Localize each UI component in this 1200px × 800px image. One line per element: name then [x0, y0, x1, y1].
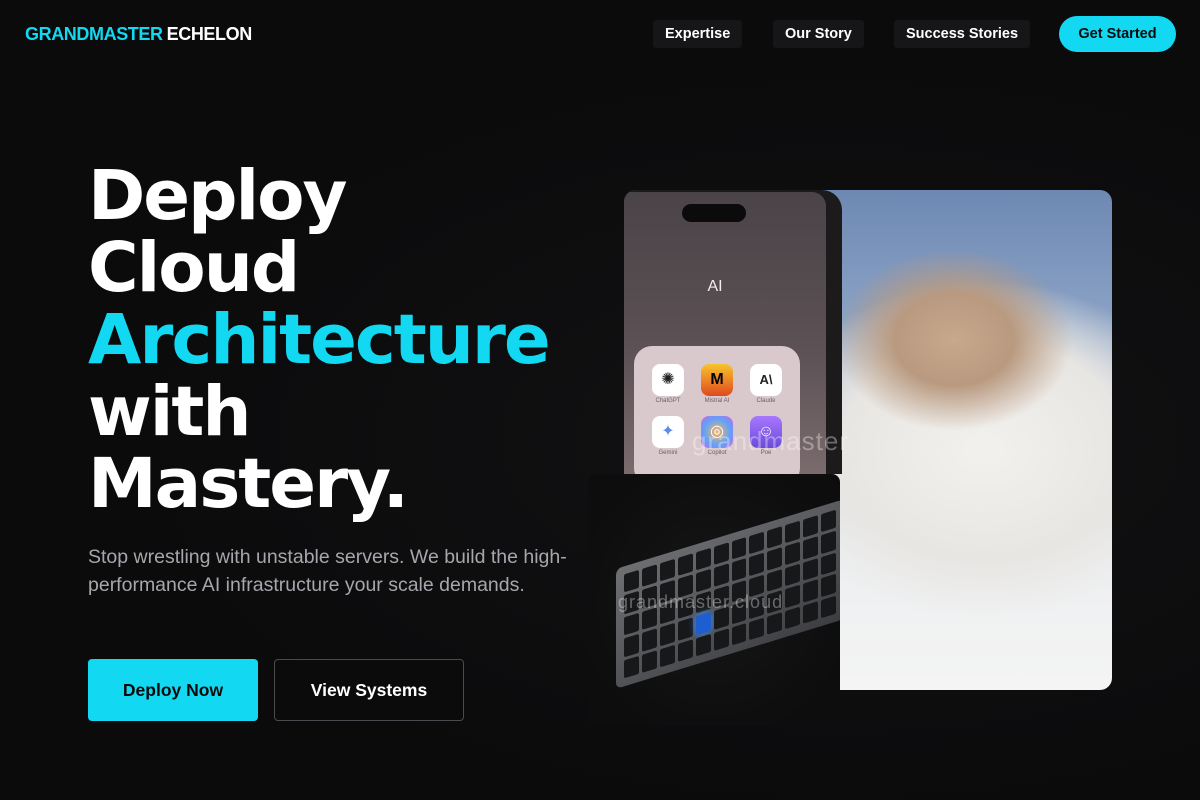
ai-key: [695, 612, 711, 636]
hero-title-highlight: Architecture: [88, 300, 551, 380]
nav-link-our-story[interactable]: Our Story: [773, 20, 864, 48]
nav-link-expertise[interactable]: Expertise: [653, 20, 743, 48]
site-header: GRANDMASTER ECHELON Expertise Our Story S…: [0, 0, 1200, 68]
brand-logo-secondary: ECHELON: [166, 24, 253, 44]
brand-logo[interactable]: GRANDMASTER ECHELON: [25, 24, 252, 45]
phone-notch: [682, 204, 746, 222]
nav-link-success-stories[interactable]: Success Stories: [894, 20, 1031, 48]
gemini-sparkle-icon: ✦: [652, 416, 684, 448]
deploy-now-button[interactable]: Deploy Now: [88, 659, 258, 721]
hero-title-line: with: [88, 372, 252, 452]
app-label: Mistral AI: [704, 398, 730, 404]
app-label: ChatGPT: [655, 398, 681, 404]
watermark-text: grandmaster: [692, 426, 849, 456]
hero-title-line: Deploy: [88, 156, 348, 236]
app-label: Gemini: [658, 450, 678, 456]
mistral-icon: M: [701, 364, 733, 396]
ai-folder-title: AI: [707, 278, 723, 295]
landing-page: GRANDMASTER ECHELON Expertise Our Story S…: [0, 0, 1200, 800]
anthropic-icon: A\: [750, 364, 782, 396]
hero-title: Deploy Cloud Architecture with Mastery.: [88, 160, 608, 520]
hero-subtitle: Stop wrestling with unstable servers. We…: [88, 546, 567, 596]
keyboard-photo: grandmaster.cloud: [588, 474, 840, 726]
view-systems-button[interactable]: View Systems: [274, 659, 464, 721]
hero-title-line: Cloud: [88, 228, 300, 308]
hero-title-line: Mastery.: [88, 444, 409, 524]
openai-icon: ✺: [652, 364, 684, 396]
app-label: Claude: [756, 398, 776, 404]
get-started-button[interactable]: Get Started: [1059, 16, 1176, 52]
brand-logo-primary: GRANDMASTER: [25, 24, 163, 44]
watermark-text: grandmaster.cloud: [618, 592, 784, 612]
